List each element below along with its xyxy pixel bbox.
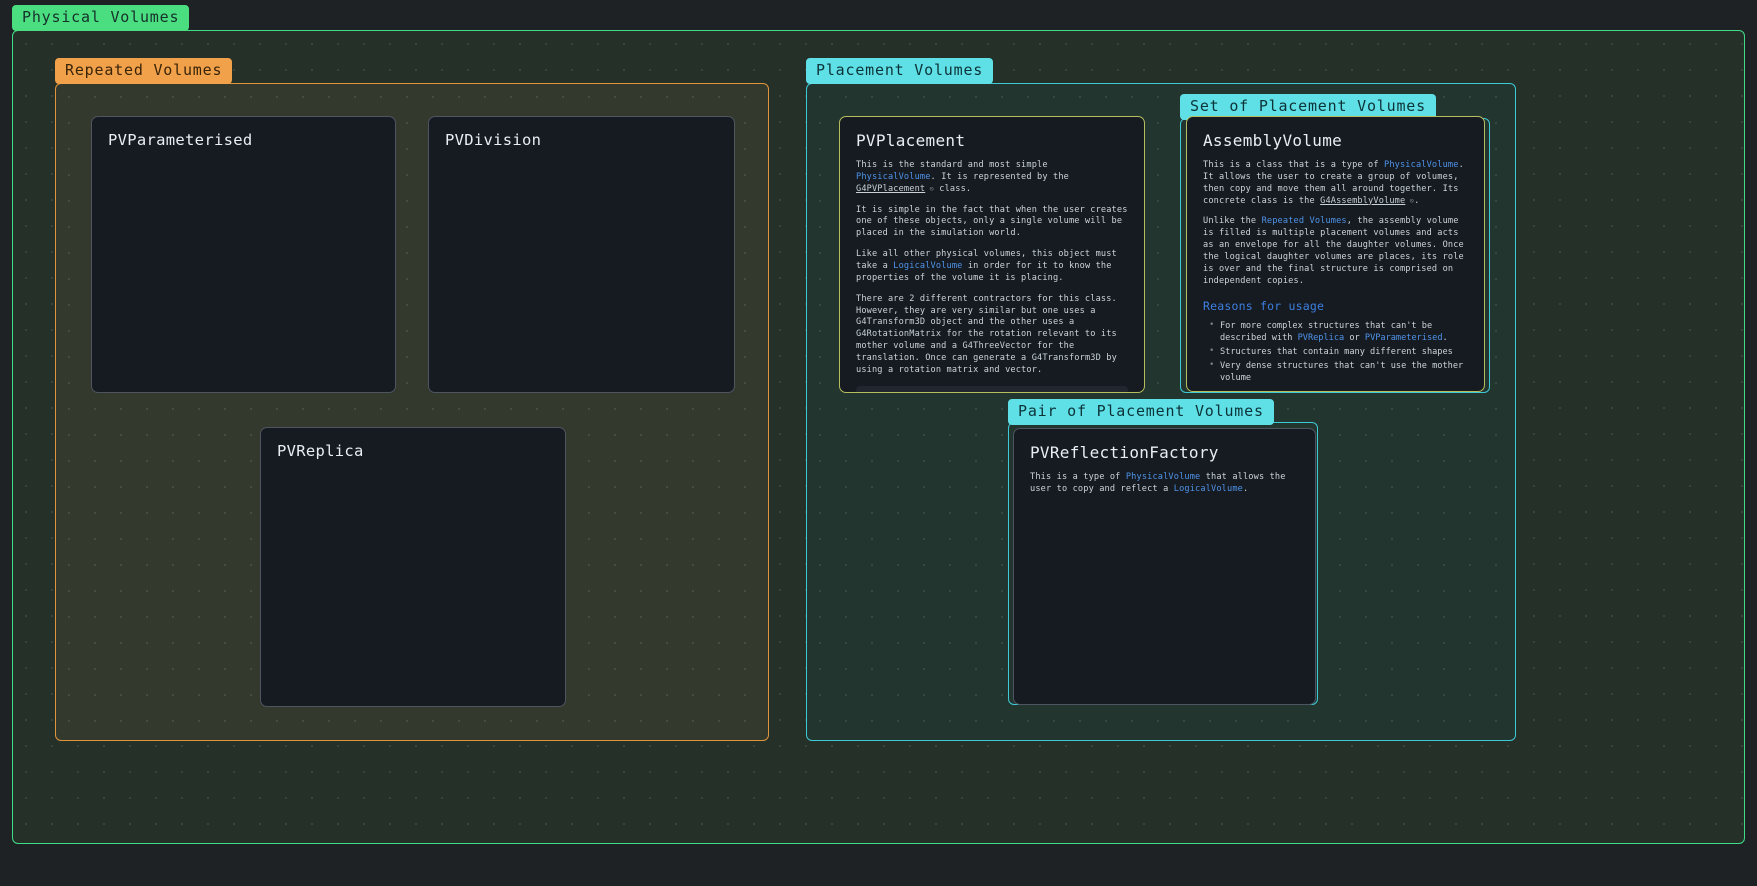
- link-g4assemblyvolume[interactable]: G4AssemblyVolume: [1320, 196, 1405, 206]
- diagram-canvas: Physical Volumes Repeated Volumes Placem…: [0, 0, 1757, 886]
- assembly-paragraph-1: This is a class that is a type of Physic…: [1203, 160, 1468, 207]
- list-item: Very dense structures that can't use the…: [1209, 359, 1468, 384]
- link-pvreplica[interactable]: PVReplica: [1298, 333, 1345, 343]
- pvplacement-paragraph-4: There are 2 different contractors for th…: [856, 294, 1128, 377]
- text-fragment: .: [1414, 195, 1420, 206]
- group-label-pair-of-placement-volumes: Pair of Placement Volumes: [1008, 399, 1274, 426]
- code-g4transform3d: G4Transform3D: [856, 317, 926, 328]
- link-logicalvolume[interactable]: LogicalVolume: [1174, 484, 1243, 494]
- code-g4transform3d-2: G4Transform3D: [1031, 353, 1101, 364]
- link-physicalvolume[interactable]: PhysicalVolume: [1126, 472, 1201, 482]
- card-pvreplica[interactable]: PVReplica: [260, 427, 566, 707]
- text-fragment: This is a class that is a type of: [1203, 160, 1385, 170]
- text-fragment: , the assembly volume is filled is multi…: [1203, 216, 1464, 286]
- code-g4rotationmatrix: G4RotationMatrix: [856, 329, 942, 340]
- code-g4threevector: G4ThreeVector: [962, 341, 1032, 352]
- card-title-pvreplica: PVReplica: [277, 442, 364, 460]
- card-pvplacement[interactable]: PVPlacement This is the standard and mos…: [839, 116, 1145, 393]
- text-fragment: object and the other uses a: [925, 317, 1075, 328]
- assembly-paragraph-2: Unlike the Repeated Volumes, the assembl…: [1203, 216, 1468, 287]
- group-label-placement-volumes: Placement Volumes: [806, 58, 994, 85]
- text-fragment: There are 2 different contractors for th…: [856, 293, 1117, 316]
- list-item: For more complex structures that can't b…: [1209, 319, 1468, 344]
- text-fragment: This is the standard and most simple: [856, 160, 1048, 170]
- link-g4pvplacement[interactable]: G4PVPlacement: [856, 184, 925, 194]
- link-repeated-volumes[interactable]: Repeated Volumes: [1262, 216, 1347, 226]
- text-fragment: . It is represented by the: [930, 171, 1069, 182]
- assembly-reasons-list: For more complex structures that can't b…: [1209, 319, 1468, 384]
- link-physicalvolume[interactable]: PhysicalVolume: [1384, 160, 1459, 170]
- pvplacement-paragraph-3: Like all other physical volumes, this ob…: [856, 249, 1128, 285]
- pvreflectionfactory-paragraph-1: This is a type of PhysicalVolume that al…: [1030, 472, 1299, 496]
- text-fragment: This is a type of: [1030, 472, 1126, 482]
- pvplacement-code-block: G4PVPlacement(G4RotationMatrix* pRot, co…: [856, 385, 1128, 392]
- text-fragment: Unlike the: [1203, 216, 1262, 227]
- assembly-reasons-heading: Reasons for usage: [1203, 298, 1325, 313]
- group-label-repeated-volumes: Repeated Volumes: [55, 58, 233, 85]
- link-physicalvolume[interactable]: PhysicalVolume: [856, 172, 931, 182]
- external-link-icon: ⎋: [1405, 196, 1415, 205]
- pvplacement-paragraph-1: This is the standard and most simple Phy…: [856, 160, 1128, 196]
- list-item: Structures that contain many different s…: [1209, 345, 1468, 358]
- card-title-assemblyvolume: AssemblyVolume: [1203, 131, 1343, 150]
- external-link-icon: ⎋: [925, 184, 934, 193]
- text-fragment: class.: [933, 183, 972, 194]
- card-title-pvparameterised: PVParameterised: [108, 131, 253, 149]
- text-fragment: .: [1242, 483, 1249, 494]
- group-label-physical-volumes: Physical Volumes: [12, 5, 190, 32]
- card-title-pvreflectionfactory: PVReflectionFactory: [1030, 443, 1219, 462]
- card-title-pvdivision: PVDivision: [445, 131, 542, 149]
- card-pvreflectionfactory[interactable]: PVReflectionFactory This is a type of Ph…: [1013, 428, 1316, 705]
- card-pvdivision[interactable]: PVDivision: [428, 116, 735, 393]
- card-pvparameterised[interactable]: PVParameterised: [91, 116, 396, 393]
- card-title-pvplacement: PVPlacement: [856, 131, 966, 150]
- link-pvparameterised[interactable]: PVParameterised: [1365, 333, 1443, 343]
- card-assemblyvolume[interactable]: AssemblyVolume This is a class that is a…: [1186, 116, 1485, 392]
- pvplacement-paragraph-2: It is simple in the fact that when the u…: [856, 204, 1128, 239]
- text-fragment: .: [1442, 332, 1448, 343]
- link-logicalvolume[interactable]: LogicalVolume: [893, 261, 962, 271]
- text-fragment: or: [1344, 332, 1365, 343]
